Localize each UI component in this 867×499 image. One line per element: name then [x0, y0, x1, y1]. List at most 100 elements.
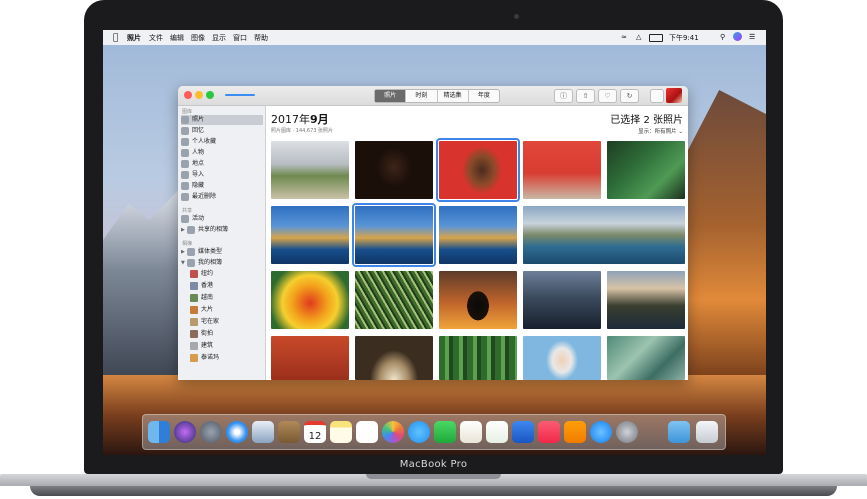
photo-thumbnail[interactable] [271, 141, 349, 199]
finder-icon[interactable] [148, 421, 170, 443]
tab-photos[interactable]: 照片 [375, 90, 407, 102]
share-icon[interactable]: ⇧ [576, 89, 595, 103]
sidebar-item-activity[interactable]: 活动 [181, 214, 263, 224]
selection-count: 已选择 2 张照片 [610, 115, 683, 126]
rotate-icon[interactable]: ↻ [620, 89, 639, 103]
album-item[interactable]: 纽约 [190, 269, 263, 279]
album-item[interactable]: 建筑 [190, 341, 263, 351]
tab-moments[interactable]: 时刻 [406, 90, 438, 102]
sidebar-item-favorites[interactable]: 个人收藏 [181, 137, 263, 147]
wifi-icon[interactable]: ≈ [621, 33, 627, 41]
safari-icon[interactable] [226, 421, 248, 443]
thumbnail-size-slider[interactable] [220, 92, 262, 98]
album-item[interactable]: 泰诺玛 [190, 353, 263, 363]
minimize-button[interactable] [195, 91, 203, 99]
calendar-icon[interactable]: 12 [304, 421, 326, 443]
airplay-icon[interactable]: △ [636, 33, 641, 41]
album-item[interactable]: 大片 [190, 305, 263, 315]
sidebar-item-memories[interactable]: 回忆 [181, 126, 263, 136]
menu-edit[interactable]: 编辑 [170, 33, 184, 43]
siri-icon[interactable] [174, 421, 196, 443]
photo-thumbnail[interactable] [439, 271, 517, 329]
photo-thumbnail[interactable] [439, 336, 517, 380]
menu-file[interactable]: 文件 [149, 33, 163, 43]
photo-thumbnail[interactable] [607, 141, 685, 199]
sidebar-item-photos[interactable]: 照片 [181, 115, 263, 125]
spotlight-icon[interactable]: ⚲ [720, 33, 725, 41]
info-icon[interactable]: ⓘ [554, 89, 573, 103]
show-filter[interactable]: 显示：所有照片 ⌄ [638, 127, 683, 135]
photo-thumbnail[interactable] [523, 141, 601, 199]
sidebar-item-shared-albums[interactable]: ▶ 共享的相簿 [181, 225, 263, 235]
album-item[interactable]: 香港 [190, 281, 263, 291]
photo-thumbnail[interactable] [607, 336, 685, 380]
keynote-icon[interactable] [512, 421, 534, 443]
clock[interactable]: 下午9:41 [669, 33, 699, 43]
sidebar-item-people[interactable]: 人物 [181, 148, 263, 158]
photo-thumbnail[interactable] [355, 336, 433, 380]
notes-icon[interactable] [330, 421, 352, 443]
heart-icon[interactable]: ♡ [598, 89, 617, 103]
contacts-icon[interactable] [278, 421, 300, 443]
folder-icon [187, 259, 195, 267]
downloads-icon[interactable] [668, 421, 690, 443]
sidebar-item-media-types[interactable]: ▶ 媒体类型 [181, 247, 263, 257]
menu-photos[interactable]: 照片 [127, 33, 141, 43]
reminders-icon[interactable] [356, 421, 378, 443]
sidebar-item-recently-deleted[interactable]: 最近删除 [181, 192, 263, 202]
photo-thumbnail[interactable] [436, 138, 520, 202]
zoom-button[interactable] [206, 91, 214, 99]
pages-icon[interactable] [460, 421, 482, 443]
photo-thumbnail[interactable] [352, 203, 436, 267]
sidebar-item-hidden[interactable]: 隐藏 [181, 181, 263, 191]
photos-icon [181, 116, 189, 124]
laptop-base-bottom [30, 486, 837, 496]
menu-bar:  照片 文件 编辑 图像 显示 窗口 帮助 ≈ △ 下午9:41 ⚲ ☰ [103, 30, 766, 45]
photo-thumbnail[interactable] [355, 271, 433, 329]
show-filter-dropdown[interactable]: 所有照片 ⌄ [655, 129, 683, 135]
siri-icon[interactable] [733, 32, 742, 41]
menu-image[interactable]: 图像 [191, 33, 205, 43]
import-icon [181, 171, 189, 179]
apple-menu-icon[interactable]:  [113, 33, 118, 43]
photo-thumbnail[interactable] [271, 206, 349, 264]
tab-years[interactable]: 年度 [469, 90, 499, 102]
avatar[interactable] [666, 88, 682, 103]
facetime-icon[interactable] [434, 421, 456, 443]
search-icon[interactable] [650, 89, 664, 103]
window-toolbar: 照片 时刻 精选集 年度 ⓘ ⇧ ♡ ↻ [178, 86, 688, 106]
appstore-icon[interactable] [590, 421, 612, 443]
music-icon[interactable] [538, 421, 560, 443]
photo-thumbnail[interactable] [607, 271, 685, 329]
battery-icon[interactable] [649, 34, 663, 42]
menu-view[interactable]: 显示 [212, 33, 226, 43]
sidebar-item-places[interactable]: 地点 [181, 159, 263, 169]
close-button[interactable] [184, 91, 192, 99]
numbers-icon[interactable] [486, 421, 508, 443]
photo-thumbnail[interactable] [523, 206, 685, 264]
album-item[interactable]: 越南 [190, 293, 263, 303]
album-item[interactable]: 宅在家 [190, 317, 263, 327]
trash-icon[interactable] [696, 421, 718, 443]
launchpad-icon[interactable] [200, 421, 222, 443]
mail-icon[interactable] [252, 421, 274, 443]
album-item[interactable]: 街拍 [190, 329, 263, 339]
camera-icon [514, 14, 519, 19]
sidebar-item-imports[interactable]: 导入 [181, 170, 263, 180]
messages-icon[interactable] [408, 421, 430, 443]
photo-grid-area: 2017年9月 照片图库 · 144,673 张照片 已选择 2 张照片 显示：… [266, 106, 688, 380]
photo-thumbnail[interactable] [439, 206, 517, 264]
photo-thumbnail[interactable] [271, 271, 349, 329]
notification-icon[interactable]: ☰ [749, 33, 755, 41]
settings-icon[interactable] [616, 421, 638, 443]
photo-thumbnail[interactable] [523, 271, 601, 329]
tab-collections[interactable]: 精选集 [438, 90, 469, 102]
photo-thumbnail[interactable] [271, 336, 349, 380]
photos-icon[interactable] [382, 421, 404, 443]
sidebar-item-my-albums[interactable]: ▼ 我的相簿 [181, 258, 263, 268]
photo-thumbnail[interactable] [523, 336, 601, 380]
books-icon[interactable] [564, 421, 586, 443]
photo-thumbnail[interactable] [355, 141, 433, 199]
menu-help[interactable]: 帮助 [254, 33, 268, 43]
menu-window[interactable]: 窗口 [233, 33, 247, 43]
